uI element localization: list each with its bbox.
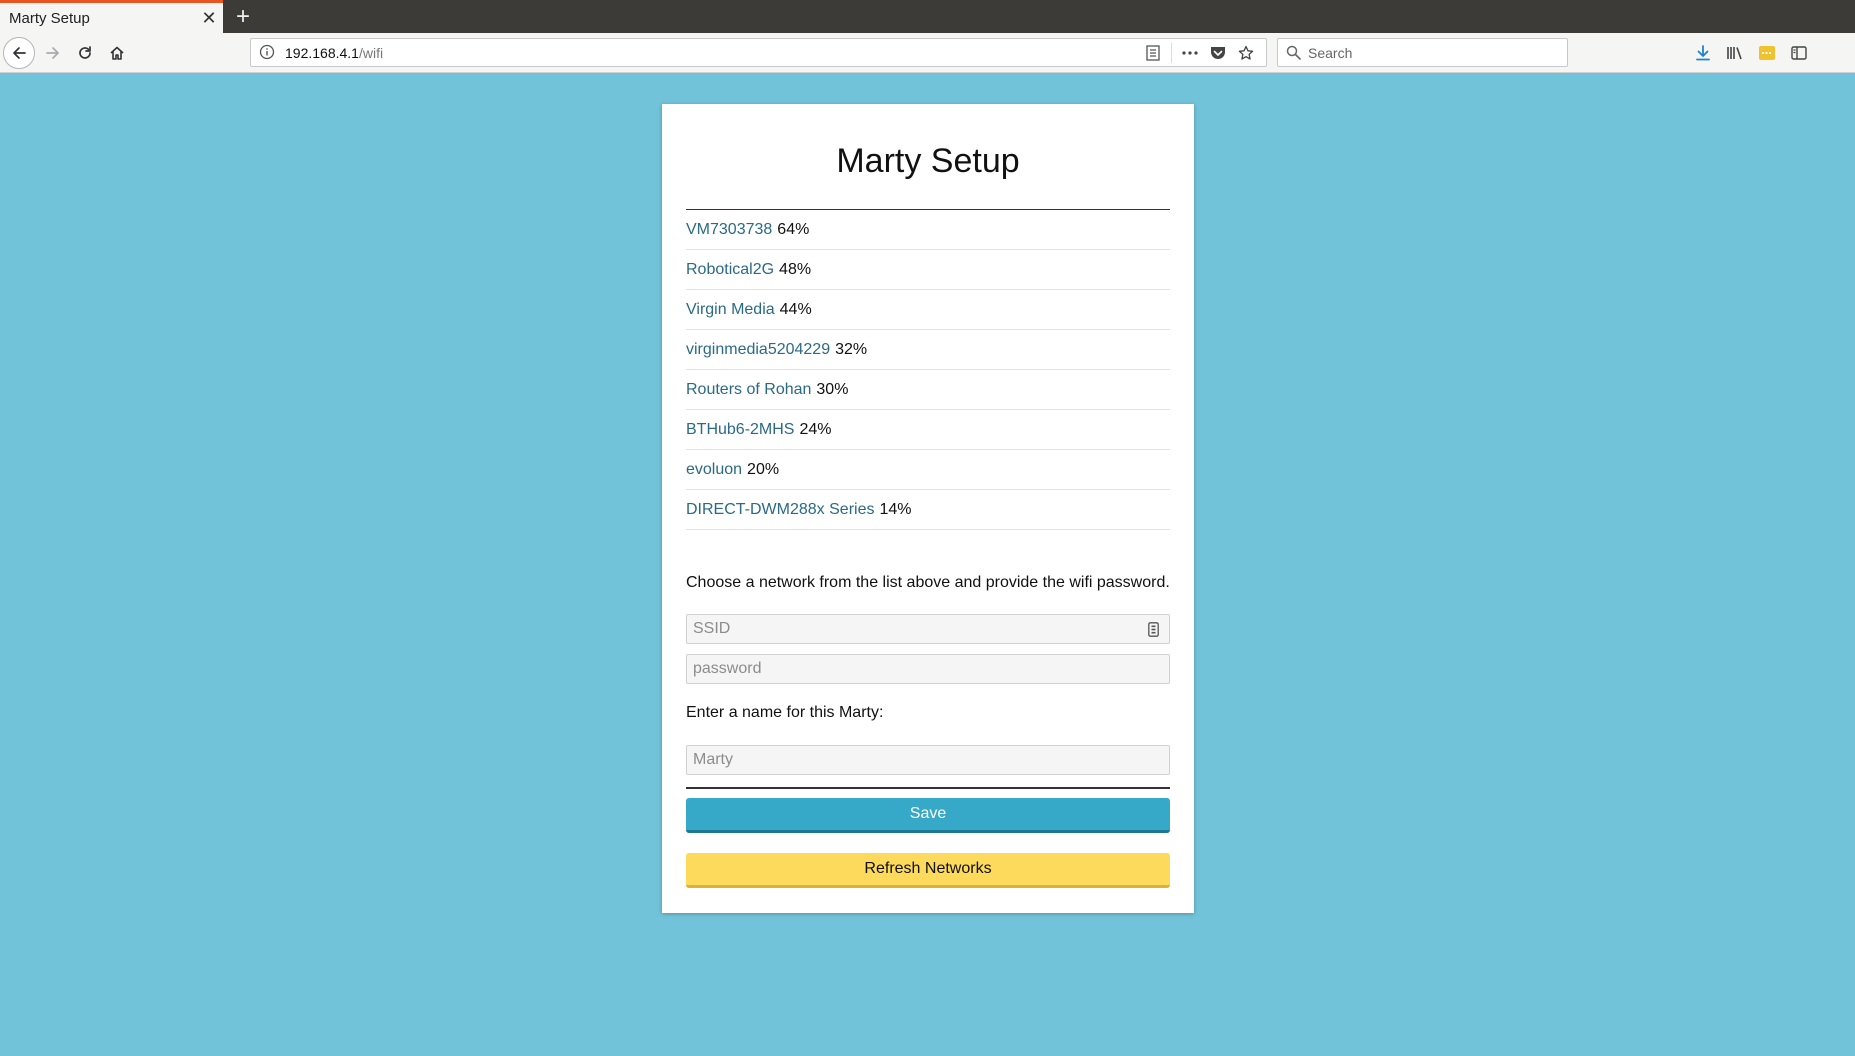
- network-signal: 20%: [747, 460, 780, 478]
- close-icon[interactable]: ✕: [195, 8, 223, 29]
- url-host: 192.168.4.1: [285, 45, 359, 61]
- network-list: VM7303738 64% Robotical2G 48% Virgin Media 44…: [686, 210, 1170, 530]
- url-actions: [1139, 42, 1260, 64]
- search-icon: [1286, 45, 1301, 65]
- network-name-link[interactable]: virginmedia5204229: [686, 341, 830, 359]
- forward-button[interactable]: [38, 38, 68, 68]
- info-icon[interactable]: [259, 44, 275, 65]
- forward-arrow-icon: [46, 47, 59, 59]
- save-button[interactable]: Save: [686, 798, 1170, 833]
- network-list-item: Robotical2G 48%: [686, 250, 1170, 290]
- url-path: /wifi: [358, 45, 384, 61]
- library-icon[interactable]: [1719, 38, 1751, 68]
- ssid-input[interactable]: [687, 615, 1169, 643]
- back-button[interactable]: [3, 37, 35, 69]
- extension-icon[interactable]: [1751, 38, 1783, 68]
- ssid-field[interactable]: [686, 614, 1170, 644]
- home-icon: [110, 46, 124, 60]
- password-field[interactable]: [686, 654, 1170, 684]
- network-list-item: virginmedia5204229 32%: [686, 330, 1170, 370]
- password-input[interactable]: [687, 655, 1169, 683]
- browser-tab[interactable]: Marty Setup ✕: [0, 0, 223, 33]
- network-name-link[interactable]: Robotical2G: [686, 261, 774, 279]
- instructions-text: Choose a network from the list above and…: [686, 574, 1170, 591]
- navigation-toolbar: 192.168.4.1/wifi: [0, 33, 1855, 73]
- network-name-link[interactable]: DIRECT-DWM288x Series: [686, 501, 874, 519]
- url-bar[interactable]: 192.168.4.1/wifi: [250, 38, 1267, 67]
- network-name-link[interactable]: Virgin Media: [686, 301, 775, 319]
- page-title: Marty Setup: [836, 142, 1020, 180]
- autofill-icon[interactable]: [1148, 622, 1159, 642]
- network-signal: 44%: [779, 300, 812, 318]
- downloads-icon[interactable]: [1687, 38, 1719, 68]
- network-signal: 30%: [816, 380, 849, 398]
- network-list-item: Virgin Media 44%: [686, 290, 1170, 330]
- network-list-item: BTHub6-2MHS 24%: [686, 410, 1170, 450]
- bookmark-star-icon[interactable]: [1232, 42, 1260, 64]
- network-list-item: VM7303738 64%: [686, 210, 1170, 250]
- tab-strip: Marty Setup ✕ +: [0, 0, 1855, 33]
- reload-button[interactable]: [70, 38, 100, 68]
- name-label: Enter a name for this Marty:: [686, 704, 884, 721]
- network-name-link[interactable]: VM7303738: [686, 221, 772, 239]
- tab-title: Marty Setup: [9, 9, 90, 27]
- reader-view-icon[interactable]: [1139, 42, 1167, 64]
- network-list-item: Routers of Rohan 30%: [686, 370, 1170, 410]
- network-list-item: DIRECT-DWM288x Series 14%: [686, 490, 1170, 530]
- new-tab-button[interactable]: +: [229, 0, 257, 33]
- pocket-icon[interactable]: [1204, 42, 1232, 64]
- network-name-link[interactable]: evoluon: [686, 461, 742, 479]
- back-arrow-icon: [13, 47, 26, 59]
- network-name-link[interactable]: BTHub6-2MHS: [686, 421, 794, 439]
- more-actions-icon[interactable]: [1176, 42, 1204, 64]
- url-text[interactable]: 192.168.4.1/wifi: [285, 45, 383, 61]
- home-button[interactable]: [102, 38, 132, 68]
- sidebar-toggle-icon[interactable]: [1783, 38, 1815, 68]
- name-input[interactable]: [687, 746, 1169, 774]
- form-divider: [686, 787, 1170, 789]
- network-signal: 64%: [777, 220, 810, 238]
- toolbar-right: [1687, 38, 1855, 68]
- network-signal: 14%: [879, 500, 912, 518]
- refresh-networks-button[interactable]: Refresh Networks: [686, 853, 1170, 888]
- network-name-link[interactable]: Routers of Rohan: [686, 381, 811, 399]
- network-signal: 32%: [835, 340, 868, 358]
- network-signal: 48%: [779, 260, 812, 278]
- search-input[interactable]: [1308, 44, 1558, 62]
- reload-icon: [79, 46, 91, 59]
- network-signal: 24%: [799, 420, 832, 438]
- url-separator: [1171, 43, 1172, 63]
- network-list-item: evoluon 20%: [686, 450, 1170, 490]
- name-field[interactable]: [686, 745, 1170, 775]
- setup-card: Marty Setup VM7303738 64% Robotical2G 48% Vi…: [662, 104, 1194, 913]
- search-bar[interactable]: [1277, 38, 1568, 67]
